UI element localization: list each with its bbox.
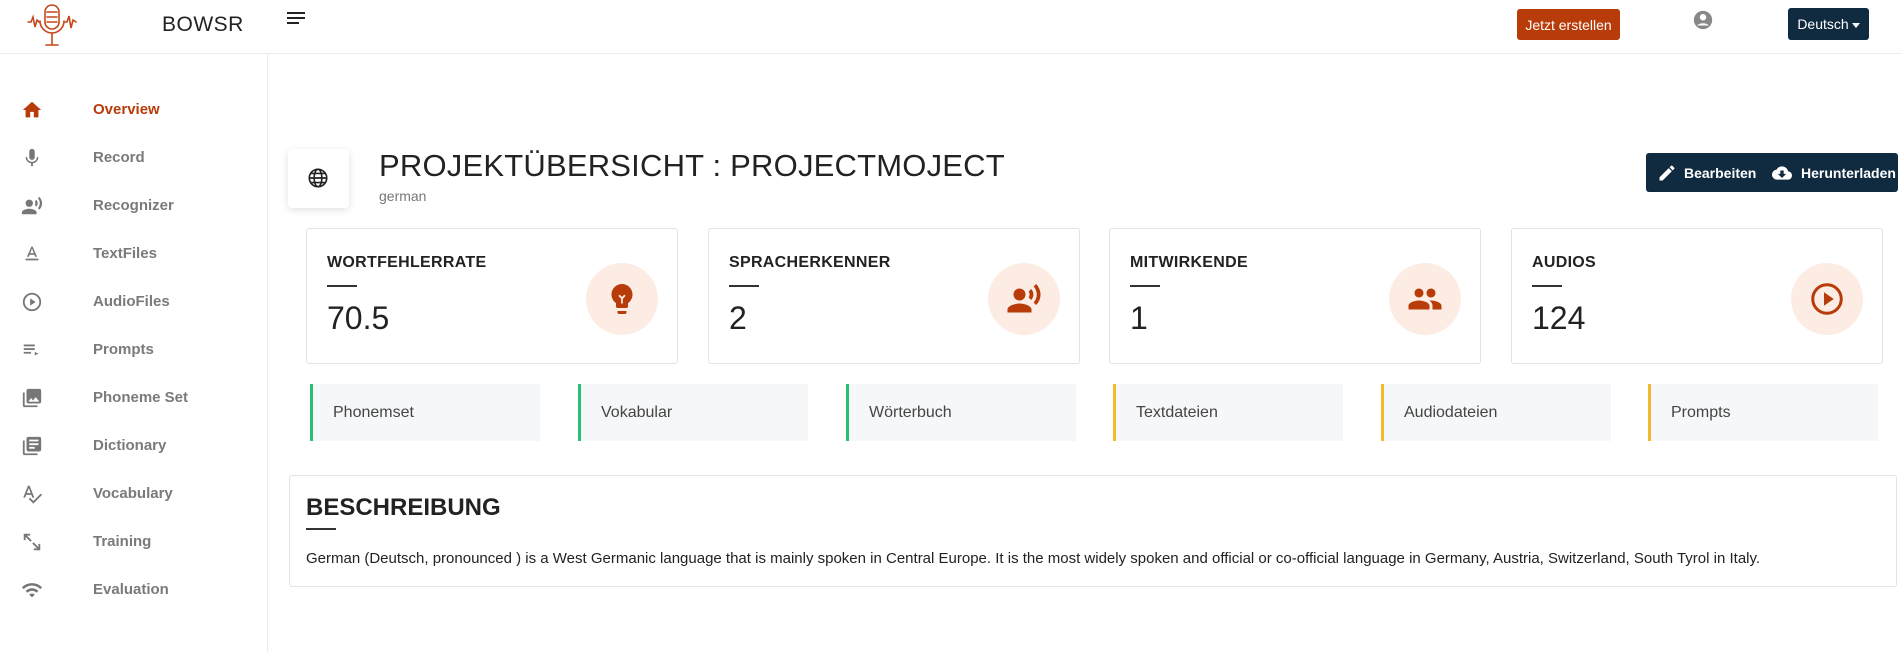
voice-recognizer-icon bbox=[988, 263, 1060, 335]
pencil-icon bbox=[1659, 164, 1675, 180]
sidebar-item-label: Training bbox=[93, 533, 152, 550]
sidebar-item-label: Dictionary bbox=[93, 437, 167, 454]
link-card-prompts[interactable]: Prompts bbox=[1648, 384, 1878, 441]
stat-value: 2 bbox=[729, 300, 747, 336]
text-format-icon bbox=[21, 243, 43, 265]
project-language-badge bbox=[288, 149, 349, 208]
edit-label: Bearbeiten bbox=[1684, 164, 1757, 181]
globe-icon bbox=[308, 168, 328, 188]
microphone-logo-icon[interactable] bbox=[26, 2, 78, 50]
sidebar-item-training[interactable]: Training bbox=[0, 522, 268, 562]
sidebar-item-vocabulary[interactable]: Vocabulary bbox=[0, 474, 268, 514]
sidebar-item-label: Vocabulary bbox=[93, 485, 173, 502]
description-title: BESCHREIBUNG bbox=[306, 494, 501, 521]
project-actions: Bearbeiten Herunterladen bbox=[1646, 153, 1898, 192]
stat-card-audios: AUDIOS 124 bbox=[1511, 228, 1883, 364]
expand-arrows-icon bbox=[21, 531, 43, 553]
stat-card-word-error-rate: WORTFEHLERRATE 70.5 bbox=[306, 228, 678, 364]
stat-card-recognizers: SPRACHERKENNER 2 bbox=[708, 228, 1080, 364]
divider bbox=[729, 285, 759, 287]
stat-label: AUDIOS bbox=[1532, 254, 1597, 271]
link-card-label: Phonemset bbox=[333, 404, 414, 421]
link-card-label: Textdateien bbox=[1136, 404, 1218, 421]
create-now-button[interactable]: Jetzt erstellen bbox=[1517, 9, 1620, 40]
stat-label: WORTFEHLERRATE bbox=[327, 254, 487, 271]
sidebar-item-audiofiles[interactable]: AudioFiles bbox=[0, 282, 268, 322]
play-circle-icon bbox=[1791, 263, 1863, 335]
play-circle-icon bbox=[21, 291, 43, 313]
language-dropdown[interactable]: Deutsch bbox=[1788, 8, 1869, 40]
sidebar-item-label: Evaluation bbox=[93, 581, 169, 598]
download-button[interactable]: Herunterladen bbox=[1770, 153, 1896, 192]
playlist-icon bbox=[21, 339, 43, 361]
stat-value: 70.5 bbox=[327, 300, 390, 336]
link-card-label: Vokabular bbox=[601, 404, 673, 421]
sidebar-item-dictionary[interactable]: Dictionary bbox=[0, 426, 268, 466]
sidebar-item-label: Recognizer bbox=[93, 197, 174, 214]
divider bbox=[306, 528, 336, 530]
sidebar-item-label: Record bbox=[93, 149, 145, 166]
sidebar-item-label: AudioFiles bbox=[93, 293, 170, 310]
link-card-label: Prompts bbox=[1671, 404, 1731, 421]
voice-recognizer-icon bbox=[21, 195, 43, 217]
link-card-phonemset[interactable]: Phonemset bbox=[310, 384, 540, 441]
sidebar-item-overview[interactable]: Overview bbox=[0, 90, 268, 130]
sidebar-item-prompts[interactable]: Prompts bbox=[0, 330, 268, 370]
chevron-down-icon bbox=[1851, 22, 1860, 28]
link-card-textdateien[interactable]: Textdateien bbox=[1113, 384, 1343, 441]
sidebar-item-record[interactable]: Record bbox=[0, 138, 268, 178]
description-text: German (Deutsch, pronounced ) is a West … bbox=[306, 550, 1761, 567]
stat-label: MITWIRKENDE bbox=[1130, 254, 1248, 271]
cloud-download-icon bbox=[1772, 165, 1792, 180]
divider bbox=[327, 285, 357, 287]
link-card-label: Audiodateien bbox=[1404, 404, 1498, 421]
top-bar: BOWSR Jetzt erstellen Deutsch bbox=[0, 0, 1902, 54]
sidebar-item-label: Overview bbox=[93, 101, 160, 118]
edit-button[interactable]: Bearbeiten bbox=[1657, 153, 1756, 192]
link-card-woerterbuch[interactable]: Wörterbuch bbox=[846, 384, 1076, 441]
sidebar: Overview Record Recognizer TextFiles Aud… bbox=[0, 54, 268, 652]
sidebar-item-label: Phoneme Set bbox=[93, 389, 189, 406]
language-label: Deutsch bbox=[1797, 16, 1849, 32]
brand-name: BOWSR bbox=[162, 13, 244, 36]
link-card-vokabular[interactable]: Vokabular bbox=[578, 384, 808, 441]
link-card-audiodateien[interactable]: Audiodateien bbox=[1381, 384, 1611, 441]
stat-label: SPRACHERKENNER bbox=[729, 254, 891, 271]
sidebar-item-textfiles[interactable]: TextFiles bbox=[0, 234, 268, 274]
library-books-icon bbox=[21, 435, 43, 457]
sidebar-item-label: Prompts bbox=[93, 341, 154, 358]
user-account-icon[interactable] bbox=[1692, 9, 1714, 31]
spellcheck-icon bbox=[21, 483, 43, 505]
link-card-label: Wörterbuch bbox=[869, 404, 952, 421]
sidebar-item-evaluation[interactable]: Evaluation bbox=[0, 570, 268, 610]
people-icon bbox=[1389, 263, 1461, 335]
stat-value: 124 bbox=[1532, 300, 1586, 336]
home-icon bbox=[21, 99, 43, 121]
sidebar-item-recognizer[interactable]: Recognizer bbox=[0, 186, 268, 226]
description-card: BESCHREIBUNG German (Deutsch, pronounced… bbox=[289, 475, 1897, 587]
sidebar-item-label: TextFiles bbox=[93, 245, 157, 262]
download-label: Herunterladen bbox=[1801, 164, 1896, 181]
divider bbox=[1532, 285, 1562, 287]
stat-value: 1 bbox=[1130, 300, 1148, 336]
divider bbox=[1130, 285, 1160, 287]
project-language: german bbox=[379, 188, 427, 204]
wifi-signal-icon bbox=[21, 579, 43, 601]
stat-card-contributors: MITWIRKENDE 1 bbox=[1109, 228, 1481, 364]
microphone-icon bbox=[21, 147, 43, 169]
image-library-icon bbox=[21, 387, 43, 409]
menu-toggle-icon[interactable] bbox=[287, 11, 309, 29]
sidebar-item-phoneme-set[interactable]: Phoneme Set bbox=[0, 378, 268, 418]
lightbulb-icon bbox=[586, 263, 658, 335]
page-title: PROJEKTÜBERSICHT : PROJECTMOJECT bbox=[379, 148, 1005, 183]
